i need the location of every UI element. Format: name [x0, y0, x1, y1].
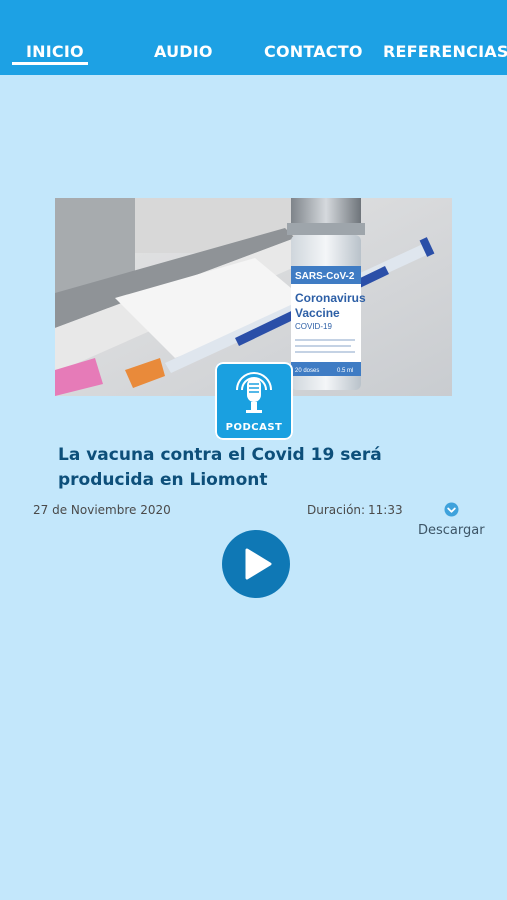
microphone-icon — [236, 372, 272, 413]
vial-label-top: SARS-CoV-2 — [295, 271, 355, 282]
nav-item-referencias[interactable]: REFERENCIAS — [383, 42, 507, 61]
nav-item-contacto[interactable]: CONTACTO — [264, 42, 363, 61]
vial-doses: 20 doses — [295, 368, 319, 374]
vial-ml: 0.5 ml — [337, 368, 353, 374]
play-icon — [245, 548, 272, 580]
nav-item-inicio[interactable]: INICIO — [26, 42, 84, 61]
episode-title: La vacuna contra el Covid 19 será produc… — [58, 445, 382, 490]
active-tab-indicator — [12, 62, 88, 65]
vial-label-main-1: Coronavirus — [295, 291, 366, 305]
podcast-badge: PODCAST — [215, 362, 293, 440]
episode-date: 27 de Noviembre 2020 — [33, 503, 171, 517]
download-button[interactable]: Descargar — [418, 523, 485, 538]
duration-value: 11:33 — [368, 503, 403, 517]
vial-label-main-2: Vaccine — [295, 306, 340, 320]
play-button[interactable] — [222, 530, 290, 598]
duration-label: Duración: — [307, 503, 366, 517]
vial-label-sub: COVID-19 — [295, 322, 332, 331]
download-icon[interactable] — [444, 502, 459, 517]
top-nav-bar: INICIO AUDIO CONTACTO REFERENCIAS — [0, 0, 507, 75]
nav-item-audio[interactable]: AUDIO — [154, 42, 213, 61]
podcast-label: PODCAST — [225, 422, 283, 433]
